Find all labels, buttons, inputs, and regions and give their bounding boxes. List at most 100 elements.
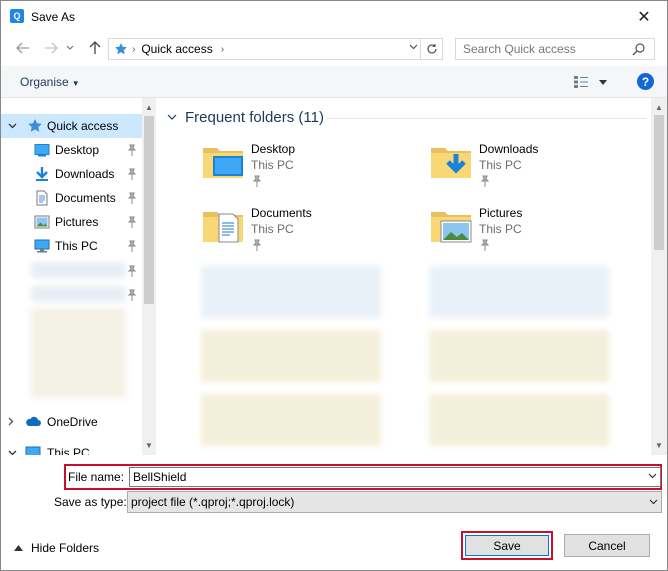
cloud-icon [26,416,41,426]
redacted-folder-tile [201,330,381,382]
forward-button[interactable] [41,38,61,58]
details-view-icon [574,76,588,88]
chevron-down-icon [66,45,74,50]
scroll-down-arrow-icon[interactable]: ▼ [142,438,156,452]
window-title: Save As [31,10,76,24]
nav-label: OneDrive [47,415,98,429]
help-button[interactable]: ? [637,73,654,90]
redacted-folder-tile [429,330,609,382]
caret-down-icon[interactable] [599,79,607,85]
documents-folder-icon [203,212,243,243]
search-icon[interactable] [632,42,646,56]
redacted-folder-tile [201,266,381,318]
breadcrumb-separator[interactable]: › [221,44,224,55]
up-button[interactable] [85,38,105,58]
scrollbar-thumb[interactable] [654,115,664,250]
save-type-value: project file (*.qproj;*.qproj.lock) [131,495,295,509]
folder-tile-downloads[interactable]: Downloads This PC [429,140,609,196]
group-title: Frequent folders (11) [185,109,324,126]
command-bar: Organise ▼ ? [1,66,667,98]
refresh-button[interactable] [420,39,442,59]
redacted-folder-tile [429,394,609,446]
scroll-up-arrow-icon[interactable]: ▲ [652,100,666,114]
computer-icon [34,239,50,253]
save-button-highlight: Save [461,531,553,560]
organise-menu-button[interactable]: Organise ▼ [20,75,80,89]
save-as-dialog: Q Save As ✕ › Quick access › Search Quic… [0,0,668,571]
change-view-button[interactable] [573,74,609,90]
cancel-button[interactable]: Cancel [564,534,650,557]
nav-item-pictures[interactable]: Pictures [1,210,142,234]
nav-item-desktop[interactable]: Desktop [1,138,142,162]
downloads-folder-icon [431,148,471,178]
nav-item-quick-access[interactable]: Quick access [1,114,142,138]
desktop-folder-icon [203,148,243,178]
file-name-combobox[interactable] [129,467,661,487]
nav-item-this-pc-pinned[interactable]: This PC [1,234,142,258]
nav-label: This PC [55,239,98,253]
breadcrumb-location[interactable]: Quick access [141,42,212,56]
redacted-nav-item [31,286,126,302]
folder-location: This PC [251,222,294,236]
folder-tile-documents[interactable]: Documents This PC [201,204,381,260]
nav-item-this-pc[interactable]: This PC [1,441,142,455]
redacted-folder-tile [429,266,609,318]
nav-item-onedrive[interactable]: OneDrive [1,410,142,434]
nav-label: Desktop [55,143,100,157]
folder-tile-desktop[interactable]: Desktop This PC [201,140,381,196]
redacted-nav-item [31,262,126,278]
address-dropdown-icon[interactable] [409,42,418,53]
computer-icon [25,446,41,455]
pin-icon[interactable] [127,265,137,277]
folder-view: Frequent folders (11) Desktop This PC Do… [157,98,667,455]
up-arrow-icon [89,41,101,54]
breadcrumb-separator: › [132,43,136,55]
scroll-down-arrow-icon[interactable]: ▼ [652,438,666,452]
folder-name: Desktop [251,142,296,156]
star-icon [28,119,42,132]
expanded-chevron-icon[interactable] [8,121,17,131]
close-button[interactable]: ✕ [621,1,667,32]
refresh-icon [426,44,437,54]
qgis-app-icon: Q [10,9,24,23]
nav-item-downloads[interactable]: Downloads [1,162,142,186]
save-type-label: Save as type: [54,495,127,509]
nav-label: Pictures [55,215,99,229]
folder-tile-pictures[interactable]: Pictures This PC [429,204,609,260]
nav-pane-scrollbar[interactable]: ▲ ▼ [142,98,156,455]
pin-icon[interactable] [127,240,137,252]
folder-view-scrollbar[interactable]: ▲ ▼ [651,98,667,455]
address-bar[interactable]: › Quick access › [108,38,443,60]
chevron-down-icon[interactable] [649,497,658,507]
group-collapse-chevron-icon[interactable] [167,112,177,123]
nav-item-documents[interactable]: Documents [1,186,142,210]
chevron-down-icon[interactable] [648,471,657,481]
downloads-icon [36,167,48,181]
pin-icon[interactable] [127,192,137,204]
group-header-frequent-folders[interactable]: Frequent folders (11) [167,109,324,126]
caret-up-icon [14,543,23,553]
pin-icon[interactable] [127,144,137,156]
pin-icon [252,239,262,251]
collapsed-chevron-icon[interactable] [8,417,14,428]
save-type-dropdown[interactable]: project file (*.qproj;*.qproj.lock) [127,491,662,513]
scrollbar-thumb[interactable] [144,116,154,304]
caret-down-icon: ▼ [71,79,80,88]
pin-icon[interactable] [127,289,137,301]
back-button[interactable] [13,38,33,58]
save-button[interactable]: Save [465,535,549,556]
folder-name: Pictures [479,206,523,220]
expanded-chevron-icon[interactable] [8,448,17,455]
folder-name: Documents [251,206,312,220]
pin-icon[interactable] [127,168,137,180]
hide-folders-label: Hide Folders [31,541,100,555]
nav-label: This PC [47,446,90,455]
scroll-up-arrow-icon[interactable]: ▲ [142,100,156,114]
file-name-input[interactable] [133,470,633,484]
recent-locations-button[interactable] [63,38,77,58]
documents-icon [36,190,48,206]
hide-folders-toggle[interactable]: Hide Folders [14,541,99,555]
search-input[interactable] [463,42,623,56]
pin-icon[interactable] [127,216,137,228]
search-box[interactable] [455,38,655,60]
